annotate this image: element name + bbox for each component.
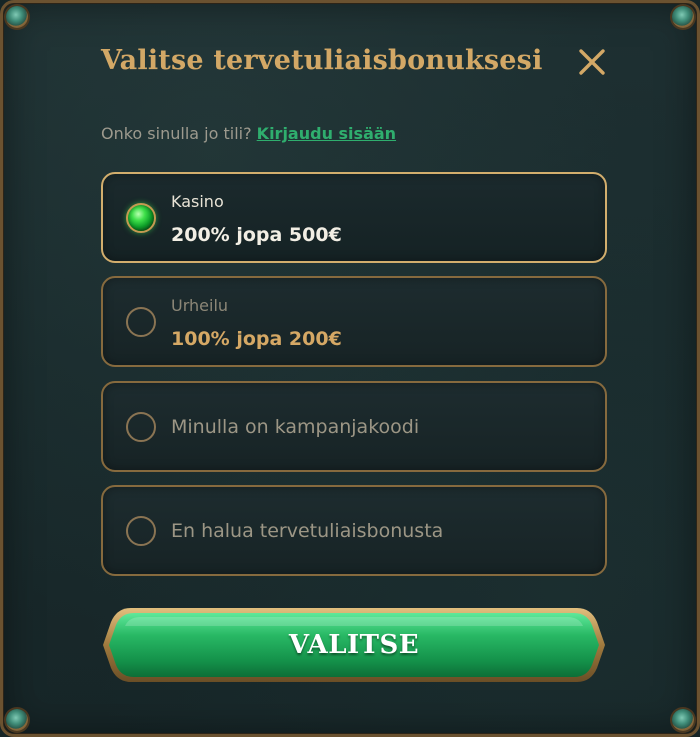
option-label: En halua tervetuliaisbonusta <box>171 520 444 542</box>
radio-selected[interactable] <box>126 203 156 233</box>
radio-unselected[interactable] <box>126 412 156 442</box>
corner-gem-icon <box>672 6 694 28</box>
close-button[interactable] <box>575 45 609 79</box>
select-button-label: VALITSE <box>288 630 420 660</box>
welcome-bonus-modal: Valitse tervetuliaisbonuksesi Onko sinul… <box>0 0 700 737</box>
option-campaign-code[interactable]: Minulla on kampanjakoodi <box>101 381 607 472</box>
option-label: Kasino <box>171 192 224 211</box>
option-no-bonus[interactable]: En halua tervetuliaisbonusta <box>101 485 607 576</box>
option-bonus-value: 200% jopa 500€ <box>171 224 342 246</box>
login-prompt-text: Onko sinulla jo tili? <box>101 124 252 143</box>
corner-gem-icon <box>672 709 694 731</box>
select-button[interactable]: VALITSE <box>101 606 607 684</box>
radio-unselected[interactable] <box>126 516 156 546</box>
close-icon <box>579 49 605 75</box>
option-label: Urheilu <box>171 296 229 315</box>
option-urheilu[interactable]: Urheilu 100% jopa 200€ <box>101 276 607 367</box>
option-bonus-value: 100% jopa 200€ <box>171 328 342 350</box>
login-prompt: Onko sinulla jo tili? Kirjaudu sisään <box>101 124 396 143</box>
radio-unselected[interactable] <box>126 307 156 337</box>
modal-title: Valitse tervetuliaisbonuksesi <box>101 45 543 76</box>
login-link[interactable]: Kirjaudu sisään <box>257 124 396 143</box>
option-label: Minulla on kampanjakoodi <box>171 416 420 438</box>
corner-gem-icon <box>6 709 28 731</box>
corner-gem-icon <box>6 6 28 28</box>
option-kasino[interactable]: Kasino 200% jopa 500€ <box>101 172 607 263</box>
